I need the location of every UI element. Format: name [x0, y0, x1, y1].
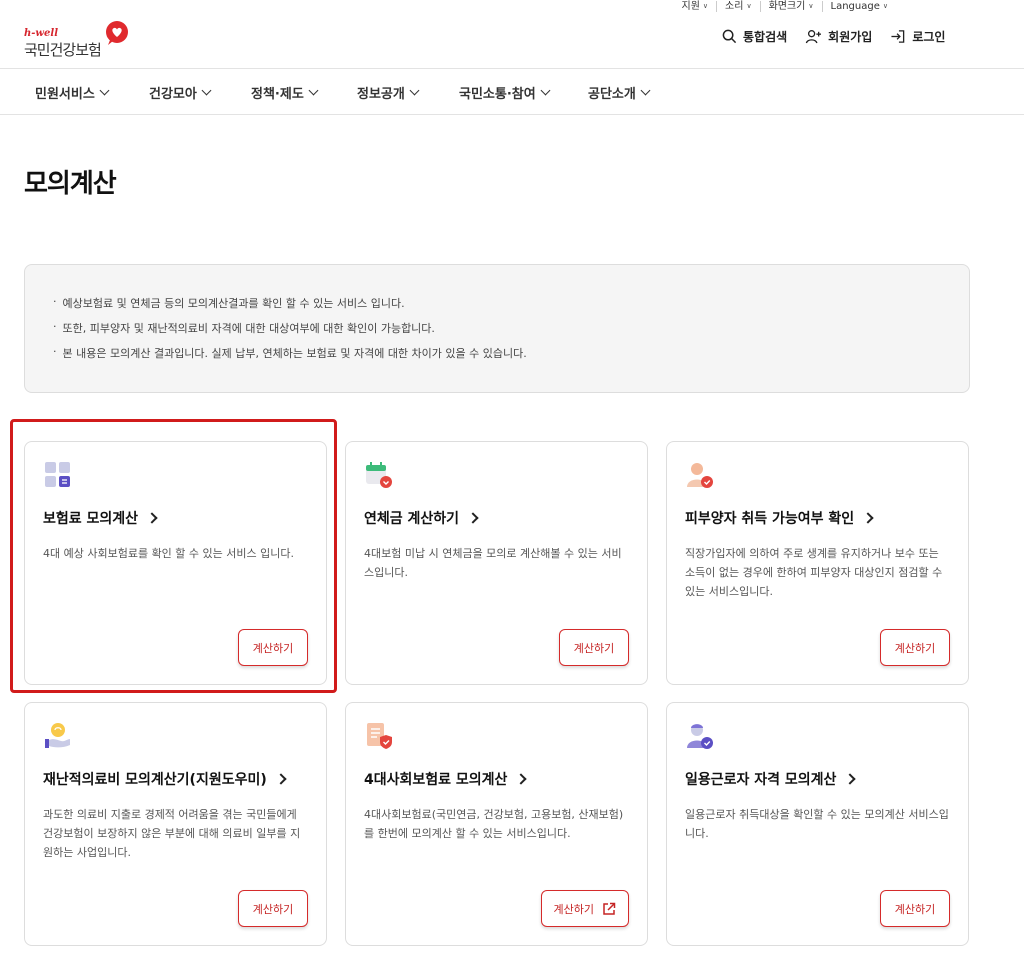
card-title[interactable]: 연체금 계산하기 [364, 508, 479, 528]
calculate-button[interactable]: 계산하기 [238, 890, 308, 927]
chevron-down-icon [201, 85, 212, 96]
nav-item-civil-service[interactable]: 민원서비스 [35, 83, 110, 102]
top-actions: 통합검색 회원가입 로그인 [722, 28, 945, 45]
card-title-text: 재난적의료비 모의계산기(지원도우미) [43, 772, 267, 788]
card-title-text: 연체금 계산하기 [364, 511, 460, 527]
nav-item-communication[interactable]: 국민소통·참여 [459, 83, 551, 102]
document-shield-icon [367, 723, 392, 749]
utility-bar: 지원 ∨ 소리 ∨ 화면크기 ∨ Language ∨ [674, 0, 896, 13]
chevron-down-icon: ∨ [808, 2, 814, 10]
card-four-insurance-calc[interactable]: 4대사회보험료 모의계산 4대사회보험료(국민연금, 건강보험, 고용보험, 산… [345, 702, 648, 946]
nav-item-disclosure[interactable]: 정보공개 [357, 83, 420, 102]
calculate-button[interactable]: 계산하기 [559, 629, 629, 666]
highlight-box [10, 419, 337, 693]
external-link-icon [603, 902, 616, 915]
chevron-down-icon: ∨ [882, 2, 888, 10]
card-catastrophic-medical-calc[interactable]: 재난적의료비 모의계산기(지원도우미) 과도한 의료비 지출로 경제적 어려움을… [24, 702, 327, 946]
info-line: · 예상보험료 및 연체금 등의 모의계산결과를 확인 할 수 있는 서비스 입니… [53, 295, 969, 320]
card-title[interactable]: 4대사회보험료 모의계산 [364, 769, 528, 789]
logo-hwell-text: h-well [24, 28, 58, 39]
card-title[interactable]: 일용근로자 자격 모의계산 [685, 769, 857, 789]
nav-item-label: 민원서비스 [35, 87, 95, 102]
nav-item-label: 정보공개 [357, 87, 405, 102]
card-description: 4대사회보험료(국민연금, 건강보험, 고용보험, 산재보험)를 한번에 모의계… [364, 808, 624, 840]
info-line-text: 또한, 피부양자 및 재난적의료비 자격에 대한 대상여부에 대한 확인이 가능… [62, 322, 435, 335]
main-nav: 민원서비스 건강모아 정책·제도 정보공개 국민소통·참여 공단소개 [0, 68, 1024, 115]
chevron-down-icon: ∨ [746, 2, 752, 10]
utility-sound-label: 소리 [725, 1, 744, 12]
card-title-text: 일용근로자 자격 모의계산 [685, 772, 837, 788]
bullet: · [53, 345, 57, 358]
nav-item-health-moa[interactable]: 건강모아 [149, 83, 212, 102]
chevron-right-icon [862, 512, 874, 524]
chevron-down-icon: ∨ [702, 2, 709, 10]
card-title-text: 4대사회보험료 모의계산 [364, 772, 508, 788]
search-link-label: 통합검색 [743, 30, 788, 44]
nav-item-policy[interactable]: 정책·제도 [251, 83, 319, 102]
card-title[interactable]: 재난적의료비 모의계산기(지원도우미) [43, 769, 287, 789]
info-line: · 또한, 피부양자 및 재난적의료비 자격에 대한 대상여부에 대한 확인이 가… [53, 320, 969, 345]
worker-check-icon [687, 724, 713, 749]
info-line-text: 본 내용은 모의계산 결과입니다. 실제 납부, 연체하는 보험료 및 자격에 … [62, 347, 527, 360]
chevron-down-icon [99, 85, 110, 96]
calculate-button-label: 계산하기 [894, 902, 936, 916]
card-description: 직장가입자에 의하여 주로 생계를 유지하거나 보수 또는 소득이 없는 경우에… [685, 547, 943, 598]
utility-sound[interactable]: 소리 ∨ [717, 1, 761, 12]
calculate-button[interactable]: 계산하기 [880, 629, 950, 666]
card-title[interactable]: 피부양자 취득 가능여부 확인 [685, 508, 874, 528]
utility-support[interactable]: 지원 ∨ [674, 1, 718, 12]
calculate-button-label: 계산하기 [894, 641, 936, 655]
utility-support-label: 지원 [681, 1, 700, 12]
calculate-button-label: 계산하기 [553, 902, 594, 916]
utility-language-label: Language [830, 1, 880, 12]
chevron-right-icon [844, 773, 857, 785]
calculate-external-button[interactable]: 계산하기 [540, 890, 629, 927]
bullet: · [53, 320, 57, 333]
login-link-label: 로그인 [912, 30, 946, 44]
chevron-down-icon [640, 85, 651, 96]
chevron-right-icon [515, 773, 528, 785]
nav-item-label: 국민소통·참여 [459, 87, 536, 102]
chevron-right-icon [467, 512, 479, 524]
card-description: 4대보험 미납 시 연체금을 모의로 계산해볼 수 있는 서비스입니다. [364, 547, 622, 579]
chevron-down-icon [308, 85, 319, 96]
search-icon [722, 29, 737, 44]
chevron-down-icon [409, 85, 420, 96]
card-dependent-check[interactable]: 피부양자 취득 가능여부 확인 직장가입자에 의하여 주로 생계를 유지하거나 … [666, 441, 969, 685]
logo-name-text: 국민건강보험 [24, 41, 102, 59]
login-link[interactable]: 로그인 [890, 28, 945, 45]
card-description: 과도한 의료비 지출로 경제적 어려움을 겪는 국민들에게 건강보험이 보장하지… [43, 808, 301, 859]
hand-coin-icon [45, 723, 70, 748]
utility-screen-size[interactable]: 화면크기 ∨ [761, 1, 823, 12]
card-daily-worker-calc[interactable]: 일용근로자 자격 모의계산 일용근로자 취득대상을 확인할 수 있는 모의계산 … [666, 702, 969, 946]
info-line-text: 예상보험료 및 연체금 등의 모의계산결과를 확인 할 수 있는 서비스 입니다… [62, 297, 405, 310]
chevron-down-icon [540, 85, 551, 96]
heart-logo-icon [106, 21, 128, 45]
nav-item-label: 정책·제도 [251, 87, 304, 102]
user-add-icon [805, 30, 822, 44]
logo[interactable]: h-well 국민건강보험 [24, 20, 134, 60]
calculate-button[interactable]: 계산하기 [880, 890, 950, 927]
info-line: · 본 내용은 모의계산 결과입니다. 실제 납부, 연체하는 보험료 및 자격에… [53, 345, 969, 370]
calendar-icon [366, 462, 392, 488]
page-title: 모의계산 [24, 169, 117, 199]
calculate-button-label: 계산하기 [252, 902, 294, 916]
calculate-button-label: 계산하기 [573, 641, 615, 655]
nav-item-label: 공단소개 [588, 87, 636, 102]
card-late-fee-calc[interactable]: 연체금 계산하기 4대보험 미납 시 연체금을 모의로 계산해볼 수 있는 서비… [345, 441, 648, 685]
card-title-text: 피부양자 취득 가능여부 확인 [685, 511, 855, 527]
search-link[interactable]: 통합검색 [722, 28, 787, 45]
card-description: 일용근로자 취득대상을 확인할 수 있는 모의계산 서비스입니다. [685, 808, 949, 840]
login-icon [891, 30, 905, 43]
utility-screen-size-label: 화면크기 [768, 1, 806, 12]
signup-link-label: 회원가입 [828, 30, 873, 44]
utility-language[interactable]: Language ∨ [823, 1, 896, 12]
nav-item-about[interactable]: 공단소개 [588, 83, 651, 102]
bullet: · [53, 295, 57, 308]
chevron-right-icon [275, 773, 287, 785]
info-box: · 예상보험료 및 연체금 등의 모의계산결과를 확인 할 수 있는 서비스 입니… [24, 264, 970, 393]
person-check-icon [687, 463, 713, 488]
signup-link[interactable]: 회원가입 [805, 28, 872, 45]
nav-item-label: 건강모아 [149, 87, 197, 102]
